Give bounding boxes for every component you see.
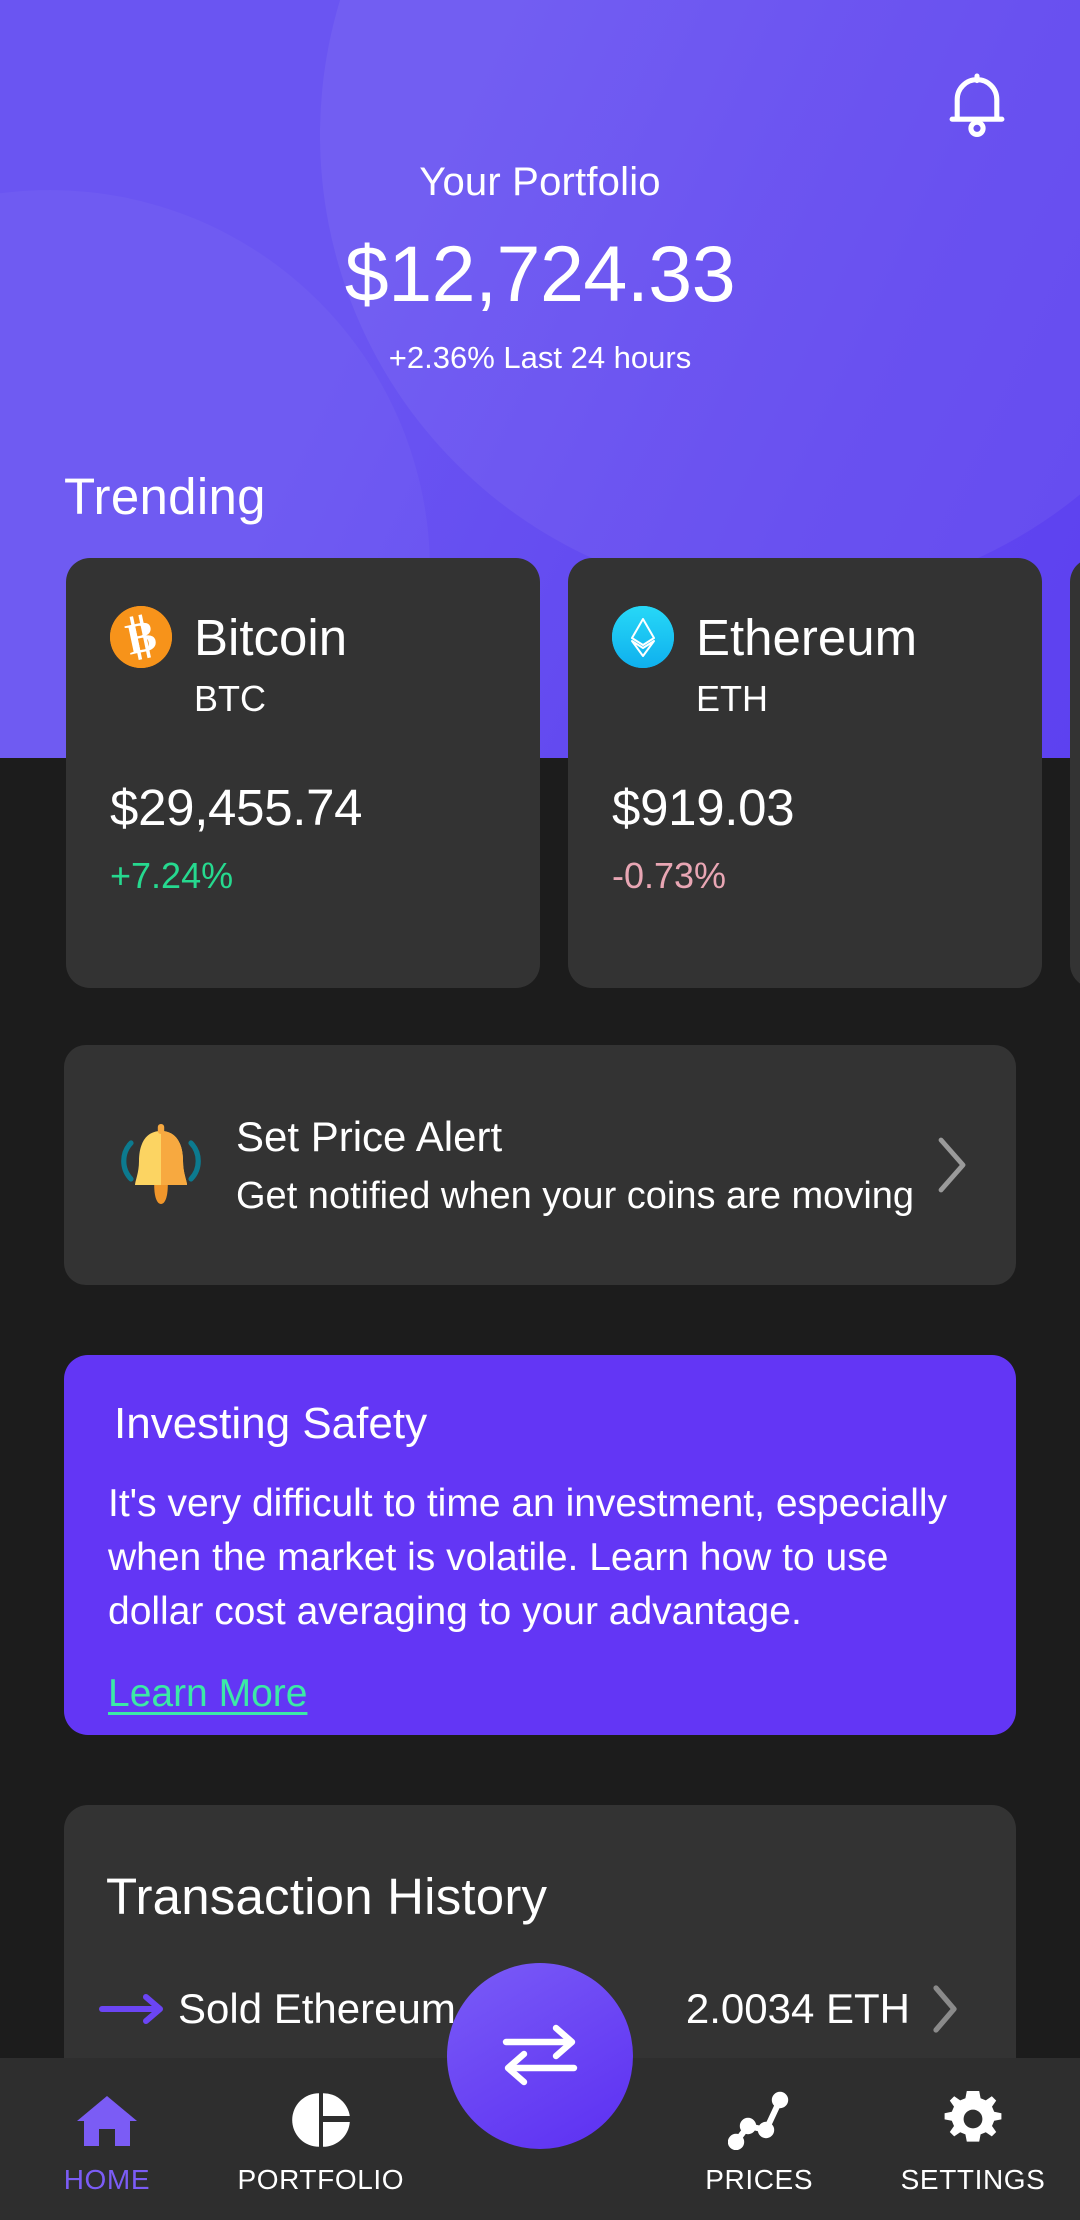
- nav-label-prices: PRICES: [705, 2164, 814, 2195]
- ringing-bell-icon: [116, 1119, 206, 1211]
- nav-label-portfolio: PORTFOLIO: [237, 2164, 405, 2195]
- nav-item-settings[interactable]: SETTINGS: [866, 2058, 1080, 2220]
- bell-icon: [944, 69, 1010, 146]
- alert-text-group: Set Price Alert Get notified when your c…: [236, 1113, 924, 1218]
- transaction-history-title: Transaction History: [106, 1868, 548, 1925]
- pie-chart-icon: [291, 2088, 351, 2150]
- set-price-alert-card[interactable]: Set Price Alert Get notified when your c…: [64, 1045, 1016, 1285]
- learn-more-link[interactable]: Learn More: [108, 1672, 307, 1716]
- investing-safety-card: Investing Safety It's very difficult to …: [64, 1355, 1016, 1735]
- coin-header: Ethereum: [612, 606, 998, 668]
- line-chart-icon: [728, 2088, 790, 2150]
- coin-header: B Bitcoin: [110, 606, 496, 668]
- coin-change: -0.73%: [612, 855, 727, 896]
- app-root: Your Portfolio $12,724.33 +2.36% Last 24…: [0, 0, 1080, 2220]
- nav-label-home: HOME: [63, 2164, 151, 2195]
- safety-body: It's very difficult to time an investmen…: [108, 1482, 948, 1633]
- alert-subtitle: Get notified when your coins are moving: [236, 1174, 915, 1217]
- chevron-right-icon[interactable]: [924, 1136, 980, 1194]
- bitcoin-icon: B: [110, 606, 172, 668]
- coin-name: Bitcoin: [194, 608, 348, 666]
- coin-change: +7.24%: [110, 855, 234, 896]
- coin-symbol: ETH: [696, 678, 768, 719]
- portfolio-change: +2.36% Last 24 hours: [388, 340, 692, 375]
- coin-symbol: BTC: [194, 678, 266, 719]
- trending-carousel[interactable]: B Bitcoin BTC $29,455.74 +7.24% Ethereum…: [0, 558, 1080, 988]
- transaction-amount: 2.0034 ETH: [685, 1985, 910, 2032]
- coin-name: Ethereum: [696, 608, 918, 666]
- notifications-button[interactable]: [922, 52, 1032, 162]
- nav-item-home[interactable]: HOME: [0, 2058, 214, 2220]
- trending-heading: Trending: [64, 468, 266, 525]
- coin-price: $29,455.74: [110, 779, 363, 836]
- nav-item-portfolio[interactable]: PORTFOLIO: [214, 2058, 428, 2220]
- gear-icon: [942, 2088, 1004, 2150]
- arrow-right-icon: [92, 1994, 178, 2024]
- coin-card-ethereum[interactable]: Ethereum ETH $919.03 -0.73%: [568, 558, 1042, 988]
- nav-label-settings: SETTINGS: [900, 2164, 1046, 2195]
- swap-arrows-icon: [494, 2014, 586, 2099]
- chevron-right-icon[interactable]: [910, 1984, 980, 2034]
- alert-title: Set Price Alert: [236, 1112, 503, 1160]
- coin-card-bitcoin[interactable]: B Bitcoin BTC $29,455.74 +7.24%: [66, 558, 540, 988]
- coin-card-next-partial[interactable]: [1070, 558, 1080, 988]
- nav-item-prices[interactable]: PRICES: [652, 2058, 866, 2220]
- coin-price: $919.03: [612, 779, 795, 836]
- home-icon: [75, 2088, 139, 2150]
- portfolio-value: $12,724.33: [344, 229, 736, 318]
- ethereum-icon: [612, 606, 674, 668]
- portfolio-label: Your Portfolio: [419, 160, 661, 204]
- swap-fab-button[interactable]: [447, 1963, 633, 2149]
- safety-title: Investing Safety: [114, 1399, 428, 1448]
